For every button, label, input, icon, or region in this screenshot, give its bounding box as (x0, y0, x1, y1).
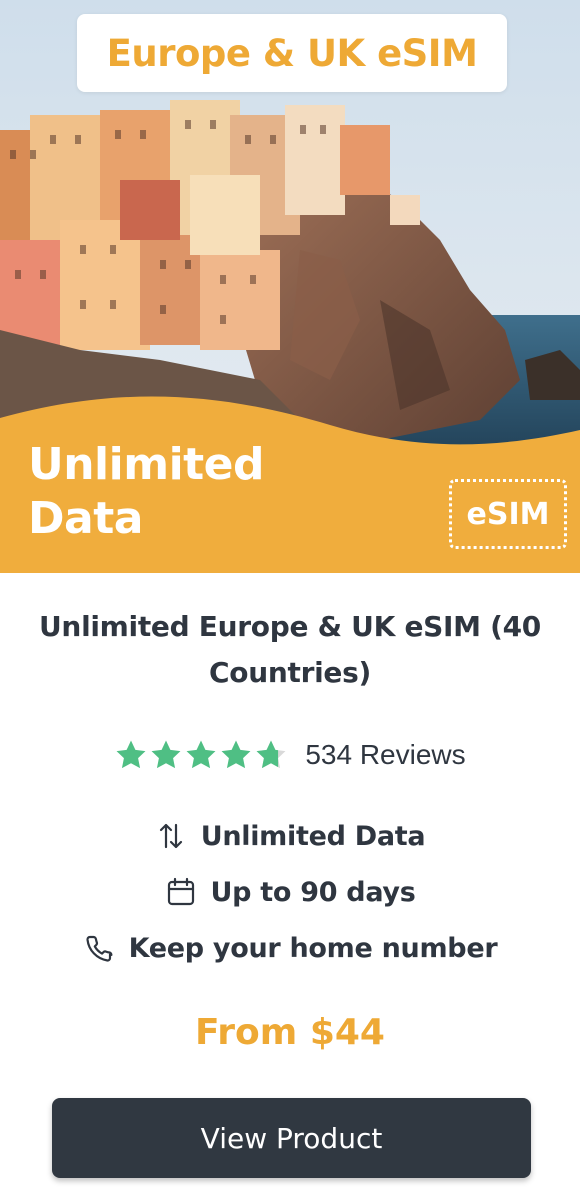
rating-row: 534 Reviews (0, 732, 580, 778)
hero-image[interactable]: Europe & UK eSIM Unlimited Data eSIM (0, 0, 580, 573)
feature-label: Up to 90 days (210, 876, 416, 908)
view-product-label: View Product (200, 1121, 383, 1155)
banner-title-box: Europe & UK eSIM (77, 14, 507, 92)
overlay-line-1: Unlimited (28, 439, 265, 490)
banner-overlay-text: Unlimited Data (28, 438, 328, 546)
reviews-count[interactable]: 534 Reviews (305, 739, 465, 771)
feature-label: Unlimited Data (200, 820, 426, 852)
view-product-button[interactable]: View Product (52, 1098, 531, 1178)
star-partial-icon (256, 740, 286, 769)
arrows-up-down-icon (155, 820, 187, 852)
price-label: From $44 (195, 1012, 385, 1053)
feature-item: Up to 90 days (0, 864, 580, 920)
star-full-icon (186, 740, 216, 769)
esim-badge-label: eSIM (466, 496, 550, 532)
feature-item: Keep your home number (0, 920, 580, 976)
star-rating (114, 738, 289, 772)
star-full-icon (221, 740, 251, 769)
star-full-icon (151, 740, 181, 769)
banner-title: Europe & UK eSIM (106, 31, 478, 75)
feature-list: Unlimited Data Up to 90 days Keep your h… (0, 808, 580, 976)
calendar-icon (165, 876, 197, 908)
product-card: Europe & UK eSIM Unlimited Data eSIM Unl… (0, 0, 580, 1198)
phone-icon (83, 932, 115, 964)
star-full-icon (116, 740, 146, 769)
feature-item: Unlimited Data (0, 808, 580, 864)
feature-label: Keep your home number (128, 932, 498, 964)
product-title[interactable]: Unlimited Europe & UK eSIM (40 Countries… (20, 604, 560, 696)
esim-badge: eSIM (449, 479, 567, 549)
overlay-line-2: Data (28, 493, 143, 544)
